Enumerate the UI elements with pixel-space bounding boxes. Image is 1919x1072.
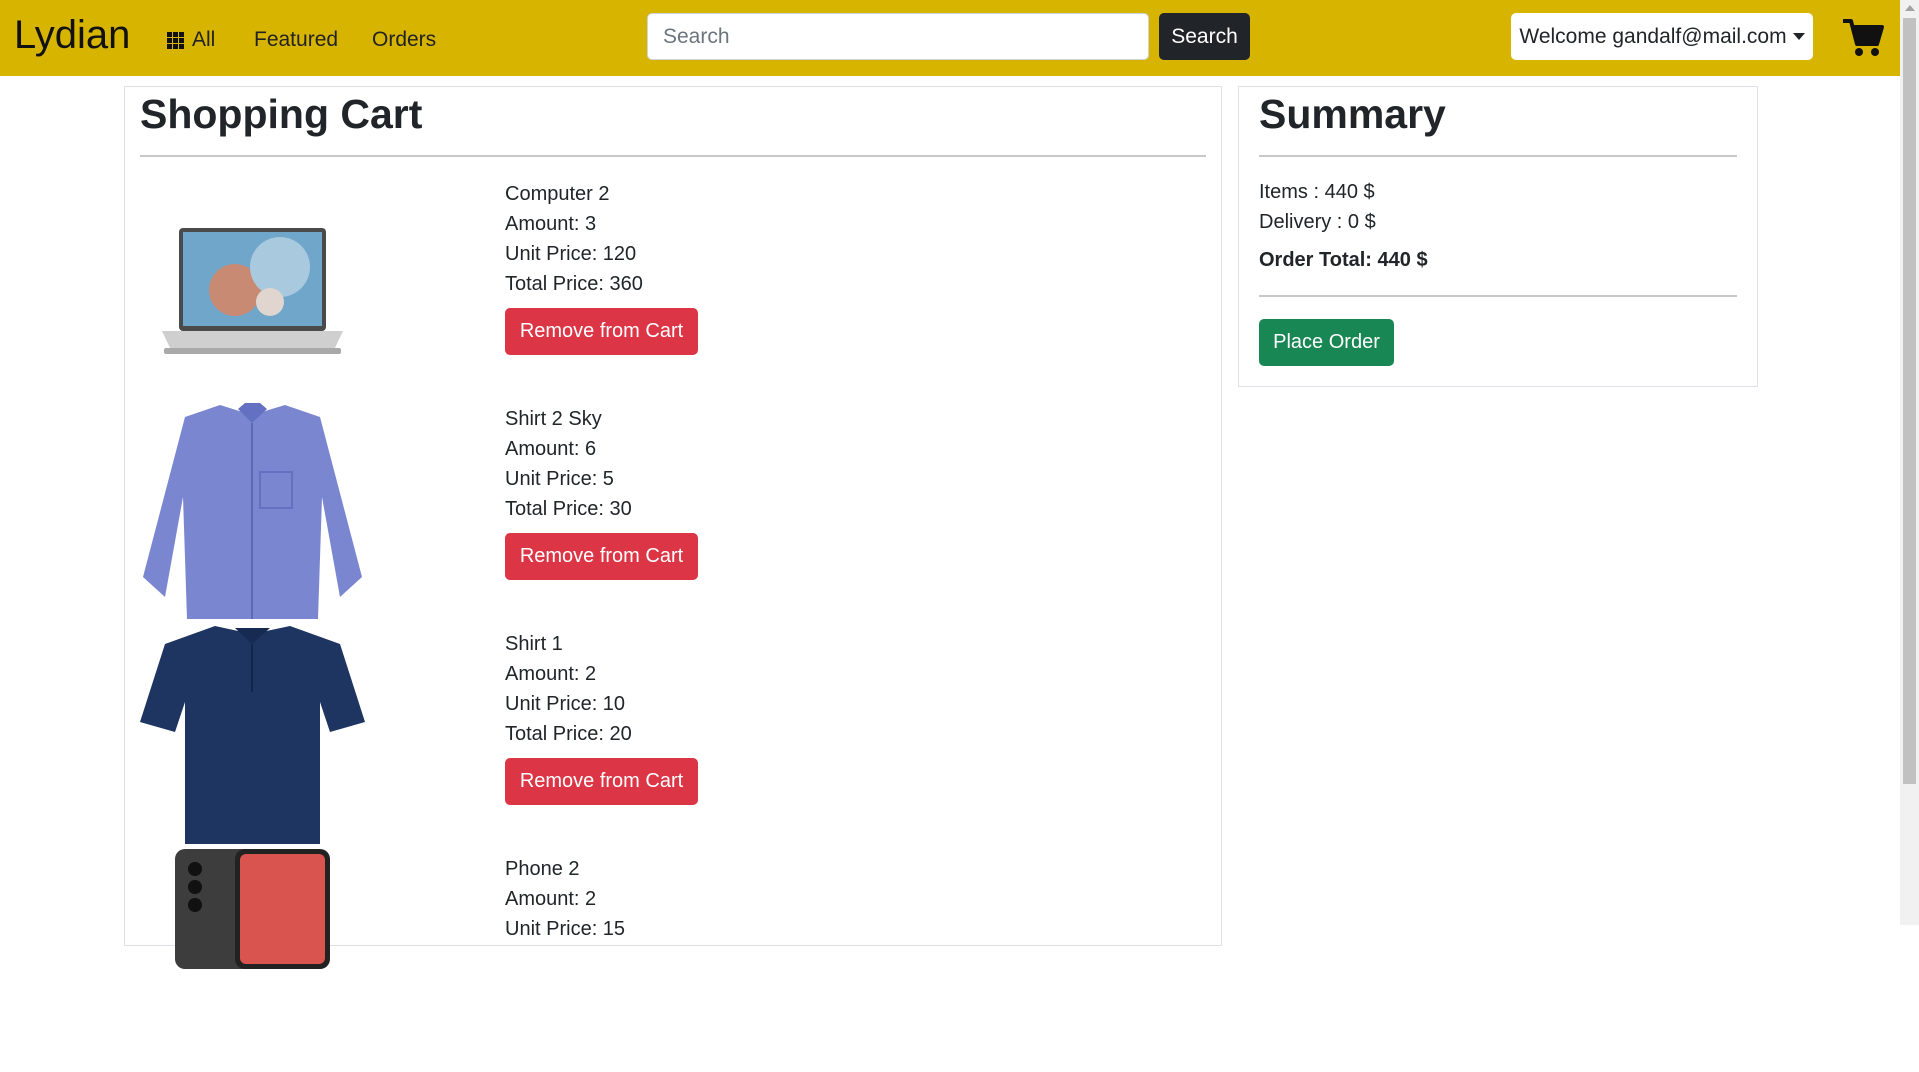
nav-orders-label: Orders: [372, 28, 437, 51]
remove-from-cart-button[interactable]: Remove from Cart: [505, 308, 698, 355]
scroll-up-arrow-icon[interactable]: [1905, 5, 1915, 11]
page-scrollbar[interactable]: [1900, 0, 1919, 925]
user-menu-dropdown[interactable]: Welcome gandalf@mail.com: [1511, 13, 1813, 60]
cart-divider: [140, 155, 1206, 157]
item-amount: Amount: 6: [505, 438, 597, 460]
item-total-price: Total Price: 20: [505, 723, 632, 745]
item-amount: Amount: 3: [505, 213, 597, 235]
cart-item: Phone 2 Amount: 2 Unit Price: 15: [140, 847, 1200, 1072]
item-unit-price: Unit Price: 120: [505, 243, 637, 265]
item-total-price: Total Price: 30: [505, 498, 632, 520]
cart-item: Shirt 2 Sky Amount: 6 Unit Price: 5 Tota…: [140, 397, 1200, 622]
remove-from-cart-button[interactable]: Remove from Cart: [505, 758, 698, 805]
item-name: Shirt 2 Sky: [505, 408, 602, 430]
cart-title: Shopping Cart: [140, 91, 423, 137]
nav-all-label: All: [192, 28, 216, 51]
summary-divider-top: [1259, 155, 1737, 157]
place-order-button[interactable]: Place Order: [1259, 319, 1394, 366]
summary-panel: Summary Items : 440 $ Delivery : 0 $ Ord…: [1238, 86, 1758, 387]
item-amount: Amount: 2: [505, 888, 597, 910]
item-details: Shirt 1 Amount: 2 Unit Price: 10 Total P…: [505, 629, 698, 805]
summary-divider-bottom: [1259, 295, 1737, 297]
laptop-image: [162, 228, 343, 354]
item-details: Computer 2 Amount: 3 Unit Price: 120 Tot…: [505, 179, 698, 355]
search-button[interactable]: Search: [1159, 13, 1250, 60]
brand-logo[interactable]: Lydian: [14, 13, 130, 58]
item-unit-price: Unit Price: 10: [505, 693, 626, 715]
cart-item: Computer 2 Amount: 3 Unit Price: 120 Tot…: [140, 172, 1200, 397]
item-name: Computer 2: [505, 183, 610, 205]
item-details: Phone 2 Amount: 2 Unit Price: 15: [505, 854, 625, 944]
polo-shirt-image: [140, 626, 365, 844]
summary-items: Items : 440 $: [1259, 181, 1375, 203]
shopping-cart-icon[interactable]: [1843, 17, 1885, 59]
item-total-price: Total Price: 360: [505, 273, 643, 295]
shirt-image: [143, 403, 362, 619]
item-name: Phone 2: [505, 858, 580, 880]
grid-icon: [167, 31, 184, 49]
item-details: Shirt 2 Sky Amount: 6 Unit Price: 5 Tota…: [505, 404, 698, 580]
caret-down-icon: [1792, 33, 1805, 40]
item-amount: Amount: 2: [505, 663, 597, 685]
nav-orders[interactable]: Orders: [372, 28, 436, 52]
nav-featured-label: Featured: [254, 28, 339, 51]
navbar: Lydian All Featured Orders Search Welcom…: [0, 0, 1900, 76]
item-unit-price: Unit Price: 15: [505, 918, 626, 940]
scroll-thumb[interactable]: [1903, 18, 1916, 784]
phone-image: [175, 849, 330, 969]
shopping-cart-panel: Shopping Cart Computer 2 Amount: 3 Unit …: [124, 86, 1222, 969]
item-unit-price: Unit Price: 5: [505, 468, 614, 490]
summary-title: Summary: [1259, 91, 1446, 137]
nav-all[interactable]: All: [167, 28, 215, 52]
summary-order-total: Order Total: 440 $: [1259, 249, 1428, 271]
search-input[interactable]: [647, 13, 1149, 60]
item-name: Shirt 1: [505, 633, 563, 655]
remove-from-cart-button[interactable]: Remove from Cart: [505, 533, 698, 580]
user-welcome-label: Welcome gandalf@mail.com: [1519, 24, 1787, 48]
nav-featured[interactable]: Featured: [254, 28, 338, 52]
cart-item: Shirt 1 Amount: 2 Unit Price: 10 Total P…: [140, 622, 1200, 847]
summary-delivery: Delivery : 0 $: [1259, 211, 1376, 233]
